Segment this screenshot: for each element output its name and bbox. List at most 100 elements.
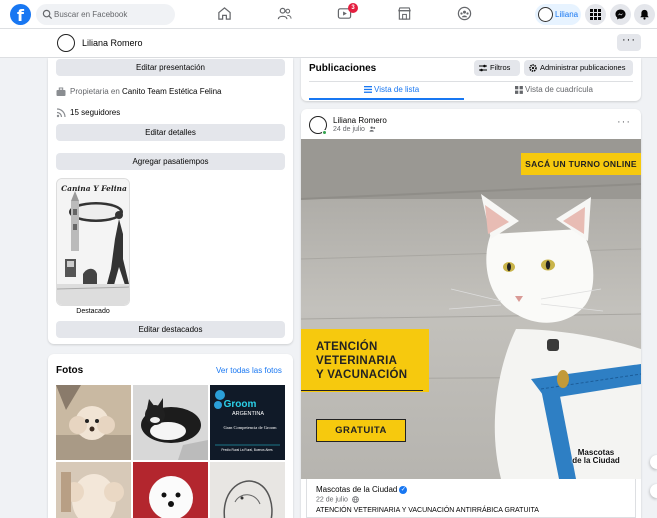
edit-presentation-button[interactable]: Editar presentación <box>56 59 285 76</box>
profile-shortcut[interactable]: Liliana <box>535 4 581 25</box>
search-box[interactable] <box>36 4 175 25</box>
manage-posts-button[interactable]: Administrar publicaciones <box>524 60 633 76</box>
photo-poodle <box>56 385 131 460</box>
poster-heading: Gran Competencia de Groom <box>223 425 277 430</box>
verified-icon: ✓ <box>399 485 408 494</box>
promo-rule <box>301 390 423 391</box>
featured-item[interactable]: Canina Y Felina <box>56 178 130 306</box>
friends-audience-icon <box>369 126 376 132</box>
menu-button[interactable] <box>585 4 606 25</box>
shared-author[interactable]: Mascotas de la Ciudad ✓ <box>316 485 408 494</box>
see-all-photos-link[interactable]: Ver todas las fotos <box>216 366 282 375</box>
add-hobbies-button[interactable]: Agregar pasatiempos <box>56 153 285 170</box>
followers-row: 15 seguidores <box>56 108 120 118</box>
photo-thumbnail[interactable]: Groom ARGENTINA Gran Competencia de Groo… <box>210 385 285 460</box>
filter-icon <box>479 64 487 72</box>
avatar[interactable] <box>57 34 75 52</box>
post-options-button[interactable]: ··· <box>617 116 631 128</box>
post-image[interactable]: SACÁ UN TURNO ONLINE ATENCIÓN VETERINARI… <box>301 139 641 479</box>
search-input[interactable] <box>54 7 169 22</box>
photo-thumbnail[interactable] <box>56 462 131 518</box>
photo-thumbnail[interactable] <box>56 385 131 460</box>
followers-count[interactable]: 15 seguidores <box>70 108 120 117</box>
notifications-button[interactable] <box>634 4 655 25</box>
featured-image: Canina Y Felina <box>57 179 129 305</box>
promo-free-badge: GRATUITA <box>316 419 406 442</box>
profile-sticky-header: Liliana Romero ··· <box>0 29 657 58</box>
messenger-button[interactable] <box>610 4 631 25</box>
divider <box>309 81 633 82</box>
workplace-link[interactable]: Canito Team Estética Felina <box>122 87 221 96</box>
post-card: Liliana Romero 24 de julio ··· SACÁ UN T… <box>301 109 641 518</box>
edit-details-button[interactable]: Editar detalles <box>56 124 285 141</box>
manage-posts-label: Administrar publicaciones <box>540 63 626 72</box>
edit-featured-button[interactable]: Editar destacados <box>56 321 285 338</box>
shared-author-text: Mascotas de la Ciudad <box>316 485 398 494</box>
filters-label: Filtros <box>490 63 511 72</box>
promo-line-1: ATENCIÓN <box>316 341 378 353</box>
search-icon <box>42 9 53 20</box>
photos-title: Fotos <box>56 365 84 376</box>
online-appointment-tag: SACÁ UN TURNO ONLINE <box>521 153 641 175</box>
workplace-row: Propietaria en Canito Team Estética Feli… <box>56 87 222 97</box>
rss-icon <box>56 108 66 118</box>
profile-shortcut-name: Liliana <box>555 10 579 19</box>
photo-sleeping-cat <box>133 385 208 460</box>
notification-badge: 3 <box>348 3 358 13</box>
post-author[interactable]: Liliana Romero <box>333 116 387 125</box>
friends-icon[interactable] <box>277 6 292 21</box>
side-panel-handle[interactable] <box>650 484 657 498</box>
promo-line-2: VETERINARIA <box>316 355 398 367</box>
profile-name[interactable]: Liliana Romero <box>82 38 143 48</box>
shared-date[interactable]: 22 de julio <box>316 496 359 503</box>
poster-title: Groom <box>224 399 257 410</box>
facebook-logo-icon[interactable]: f <box>10 4 31 25</box>
scrollbar-track[interactable] <box>647 58 657 518</box>
tab-list-label: Vista de lista <box>374 85 420 94</box>
globe-icon <box>352 496 359 503</box>
post-date-text: 24 de julio <box>333 126 365 133</box>
shared-post-preview[interactable]: Mascotas de la Ciudad ✓ 22 de julio ATENC… <box>306 479 636 518</box>
filters-button[interactable]: Filtros <box>474 60 520 76</box>
list-icon <box>364 86 372 93</box>
photo-groom-poster: Groom ARGENTINA Gran Competencia de Groo… <box>210 385 285 460</box>
post-date[interactable]: 24 de julio <box>333 126 376 133</box>
featured-caption: Destacado <box>76 308 110 315</box>
photo-groomed-dog <box>56 462 131 518</box>
publications-title: Publicaciones <box>309 63 377 74</box>
tab-list-view[interactable]: Vista de lista <box>364 85 420 94</box>
poster-subtitle: ARGENTINA <box>232 411 264 417</box>
side-panel-handle[interactable] <box>650 455 657 469</box>
briefcase-icon <box>56 87 66 96</box>
photo-bichon <box>133 462 208 518</box>
watermark-line-2: de la Ciudad <box>572 456 620 465</box>
photos-card: Fotos Ver todas las fotos Groom ARGENTIN… <box>48 354 293 518</box>
more-options-button[interactable]: ··· <box>617 34 641 51</box>
photo-thumbnail[interactable] <box>133 385 208 460</box>
bell-icon <box>640 9 649 20</box>
menu-grid-icon <box>590 9 601 20</box>
marketplace-icon[interactable] <box>397 6 412 21</box>
photo-thumbnail[interactable] <box>210 462 285 518</box>
featured-logo-text: Canina Y Felina <box>61 184 127 193</box>
workplace-prefix: Propietaria en <box>70 87 123 97</box>
groups-icon[interactable] <box>457 6 472 21</box>
publications-card: Publicaciones Filtros Administrar public… <box>301 58 641 101</box>
photo-sketch <box>210 462 285 518</box>
photo-thumbnail[interactable] <box>133 462 208 518</box>
grid-icon <box>515 86 523 94</box>
brand-watermark: Mascotas de la Ciudad <box>572 449 620 465</box>
messenger-icon <box>615 9 626 20</box>
shared-post-text: ATENCIÓN VETERINARIA Y VACUNACIÓN ANTIRR… <box>316 507 539 514</box>
poster-venue: Predio Rural La Rural, Buenos Aires <box>221 448 273 452</box>
active-tab-indicator <box>309 98 464 100</box>
gear-icon <box>529 64 537 72</box>
avatar <box>538 7 553 22</box>
home-icon[interactable] <box>217 6 232 21</box>
promo-banner: ATENCIÓN VETERINARIA Y VACUNACIÓN <box>301 329 429 392</box>
shared-date-text: 22 de julio <box>316 496 348 504</box>
promo-line-3: Y VACUNACIÓN <box>316 369 408 381</box>
online-indicator <box>322 130 327 135</box>
intro-card: Editar presentación Propietaria en Canit… <box>48 58 293 344</box>
tab-grid-view[interactable]: Vista de cuadrícula <box>515 85 593 94</box>
